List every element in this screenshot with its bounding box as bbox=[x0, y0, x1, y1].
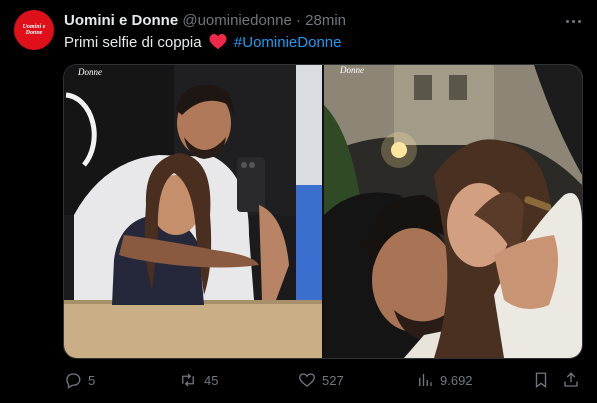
like-button[interactable]: 527 bbox=[298, 368, 344, 392]
more-options-button[interactable] bbox=[562, 10, 584, 32]
photo-mirror-selfie[interactable]: Donne bbox=[64, 65, 322, 358]
tweet-timestamp[interactable]: 28min bbox=[305, 12, 346, 29]
reply-button[interactable]: 5 bbox=[64, 368, 95, 392]
watermark-text: Donne bbox=[340, 65, 364, 75]
repost-icon bbox=[182, 373, 194, 387]
hashtag-link[interactable]: #UominieDonne bbox=[234, 34, 342, 51]
bookmark-icon bbox=[535, 372, 547, 389]
tweet-body: Primi selfie di coppia bbox=[64, 34, 202, 51]
avatar[interactable]: Uomini e Donne bbox=[14, 10, 54, 50]
media-grid: Donne Donne bbox=[63, 64, 583, 359]
reply-icon bbox=[66, 373, 81, 389]
tweet-text: Primi selfie di coppia #UominieDonne bbox=[64, 33, 341, 55]
separator-dot: · bbox=[295, 12, 301, 29]
view-count: 9.692 bbox=[440, 372, 473, 388]
author-handle[interactable]: @uominiedonne bbox=[182, 12, 291, 29]
watermark-text: Donne bbox=[78, 67, 102, 77]
views-button[interactable]: 9.692 bbox=[416, 368, 473, 392]
share-icon bbox=[564, 372, 578, 387]
share-button[interactable] bbox=[562, 368, 586, 392]
like-count: 527 bbox=[322, 372, 344, 388]
reply-count: 5 bbox=[88, 372, 96, 388]
tweet[interactable]: Uomini e Donne Uomini e Donne @uominiedo… bbox=[0, 0, 597, 403]
views-chart-icon bbox=[419, 374, 432, 386]
author-name[interactable]: Uomini e Donne bbox=[64, 12, 178, 29]
more-icon bbox=[565, 19, 569, 23]
tweet-actions: 5 45 527 9.692 bbox=[64, 368, 584, 392]
red-heart-emoji-icon bbox=[209, 33, 227, 55]
tweet-header: Uomini e Donne @uominiedonne · 28min bbox=[64, 11, 346, 30]
heart-icon bbox=[299, 373, 315, 387]
repost-count: 45 bbox=[204, 372, 219, 388]
more-icon bbox=[571, 19, 575, 23]
photo-kiss[interactable]: Donne bbox=[324, 65, 582, 358]
bookmark-button[interactable] bbox=[532, 368, 556, 392]
repost-button[interactable]: 45 bbox=[178, 368, 218, 392]
more-icon bbox=[577, 19, 581, 23]
avatar-logo-text: Uomini e Donne bbox=[22, 24, 46, 36]
